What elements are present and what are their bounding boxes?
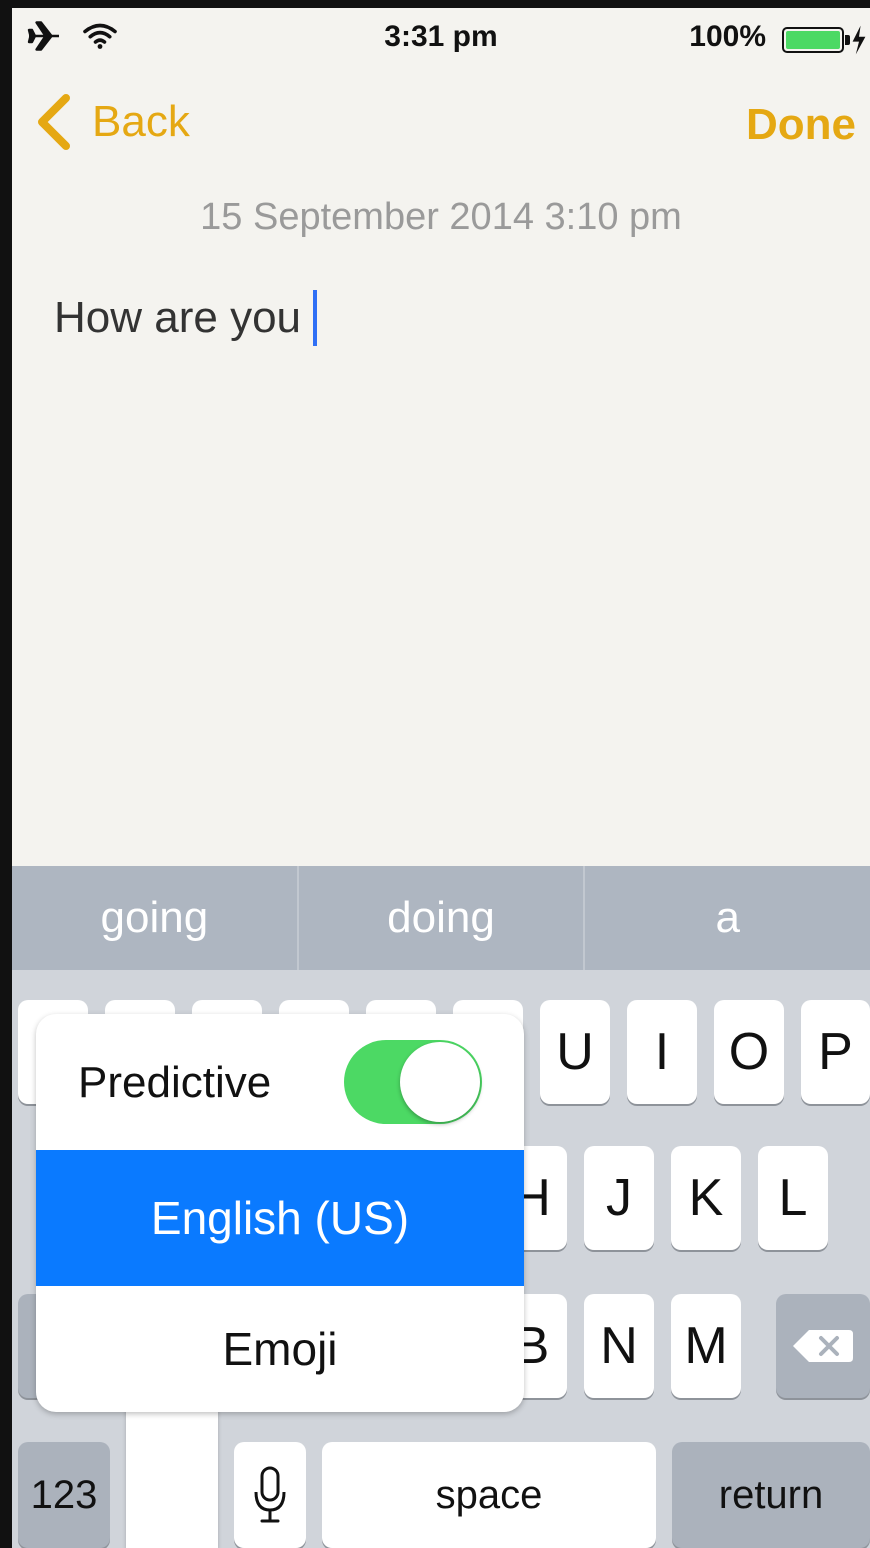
- battery-fill: [786, 31, 840, 49]
- back-button[interactable]: Back: [34, 92, 190, 152]
- screen: 3:31 pm 100% Back Done 15 September 2014…: [0, 0, 870, 1548]
- predictive-row: Predictive: [36, 1014, 524, 1150]
- predictive-toggle[interactable]: [344, 1040, 482, 1124]
- menu-item-emoji[interactable]: Emoji: [36, 1286, 524, 1412]
- key-l[interactable]: L: [758, 1146, 828, 1250]
- prediction-doing[interactable]: doing: [299, 866, 586, 970]
- note-text-area[interactable]: How are you: [54, 290, 318, 346]
- chevron-left-icon: [38, 94, 70, 150]
- input-mode-menu: Predictive English (US) Emoji: [36, 1014, 524, 1412]
- note-date: 15 September 2014 3:10 pm: [200, 196, 682, 238]
- globe-key-popup-stem[interactable]: [126, 1400, 218, 1548]
- navigation-bar: Back Done: [12, 88, 870, 158]
- prediction-a[interactable]: a: [585, 866, 870, 970]
- menu-item-english-us[interactable]: English (US): [36, 1150, 524, 1286]
- prediction-bar: going doing a: [12, 866, 870, 970]
- note-text: How are you: [54, 293, 302, 342]
- done-button[interactable]: Done: [746, 100, 856, 150]
- microphone-icon: [254, 1466, 286, 1523]
- predictive-label: Predictive: [78, 1058, 272, 1107]
- battery-icon: [782, 27, 844, 53]
- charging-bolt-icon: [852, 25, 866, 55]
- device-bezel-left: [0, 0, 12, 1548]
- key-u[interactable]: U: [540, 1000, 610, 1104]
- status-bar: 3:31 pm 100%: [12, 8, 870, 68]
- numbers-key[interactable]: 123: [18, 1442, 110, 1548]
- key-n[interactable]: N: [584, 1294, 654, 1398]
- key-k[interactable]: K: [671, 1146, 741, 1250]
- device-bezel-top: [0, 0, 870, 8]
- key-p[interactable]: P: [801, 1000, 870, 1104]
- space-key[interactable]: space: [322, 1442, 656, 1548]
- text-cursor: [313, 290, 318, 346]
- key-o[interactable]: O: [714, 1000, 784, 1104]
- battery-percent: 100%: [689, 20, 766, 53]
- return-key[interactable]: return: [672, 1442, 870, 1548]
- dictation-key[interactable]: [234, 1442, 306, 1548]
- delete-icon: [793, 1330, 853, 1362]
- toggle-knob: [400, 1042, 480, 1122]
- back-label: Back: [92, 97, 190, 146]
- key-m[interactable]: M: [671, 1294, 741, 1398]
- delete-key[interactable]: [776, 1294, 870, 1398]
- prediction-going[interactable]: going: [12, 866, 299, 970]
- key-i[interactable]: I: [627, 1000, 697, 1104]
- key-j[interactable]: J: [584, 1146, 654, 1250]
